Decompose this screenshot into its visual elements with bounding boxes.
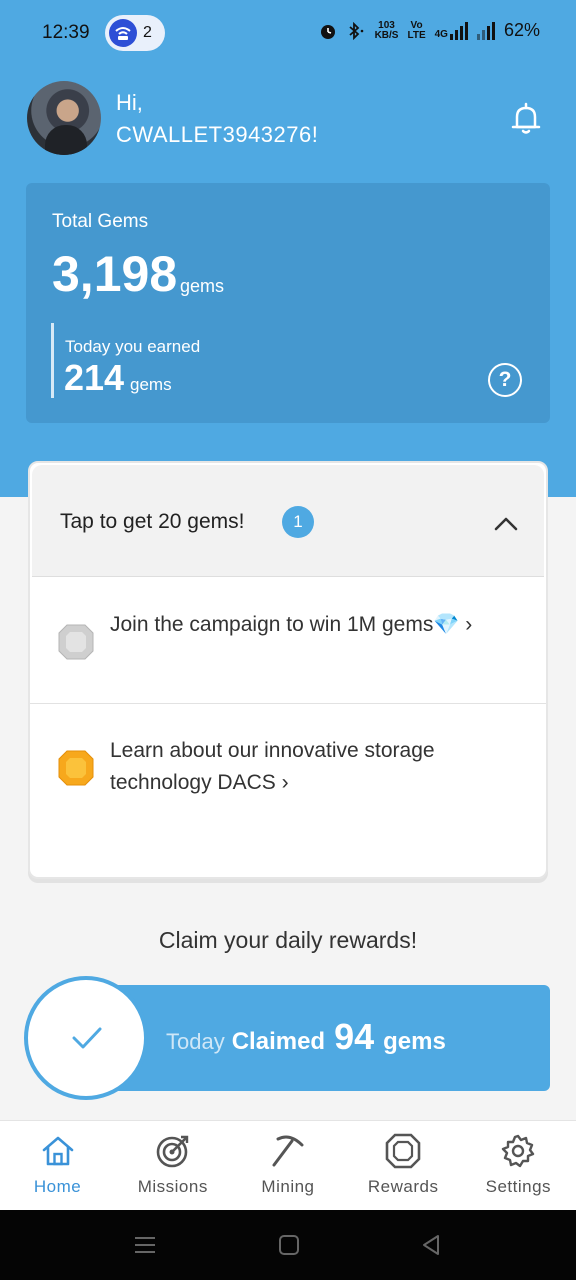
nav-label: Rewards bbox=[367, 1177, 439, 1196]
nav-rewards[interactable]: Rewards bbox=[346, 1121, 461, 1210]
gold-gem-icon bbox=[58, 750, 94, 786]
nav-label: Missions bbox=[137, 1177, 208, 1196]
alarm-icon bbox=[320, 24, 335, 39]
pickaxe-icon bbox=[272, 1135, 304, 1167]
signal-bars-icon bbox=[449, 21, 468, 40]
task-item-campaign[interactable]: Join the campaign to win 1M gems💎 › bbox=[30, 579, 546, 704]
tasks-count-badge: 1 bbox=[282, 506, 314, 538]
greeting: Hi, bbox=[116, 90, 143, 115]
system-nav-bar bbox=[0, 1210, 576, 1280]
status-icons: 103 KB/S Vo LTE 4G 62% bbox=[319, 20, 540, 41]
gear-icon bbox=[502, 1134, 535, 1168]
claim-status-circle[interactable] bbox=[24, 976, 148, 1100]
earned-divider bbox=[51, 323, 54, 398]
claim-claimed-label: Claimed bbox=[231, 1028, 326, 1055]
signal-bars-icon bbox=[476, 21, 495, 40]
claim-today-label: Today bbox=[166, 1029, 225, 1054]
wifi-icon bbox=[109, 19, 137, 47]
target-icon bbox=[156, 1135, 188, 1168]
gem-icon bbox=[385, 1133, 421, 1169]
claim-status-text: Today Claimed 94 gems bbox=[166, 1016, 446, 1058]
nav-home[interactable]: Home bbox=[0, 1121, 115, 1210]
battery-level: 62% bbox=[503, 20, 540, 40]
claim-amount: 94 bbox=[334, 1016, 375, 1057]
tasks-card: Tap to get 20 gems! 1 Join the campaign … bbox=[28, 461, 548, 879]
earned-today-unit: gems bbox=[130, 375, 172, 394]
bell-icon[interactable] bbox=[507, 100, 545, 138]
signal-4g: 4G bbox=[435, 21, 468, 40]
home-button-icon[interactable] bbox=[278, 1234, 300, 1256]
silver-gem-icon bbox=[58, 624, 94, 660]
earned-today-value: 214 bbox=[64, 357, 125, 398]
nav-missions[interactable]: Missions bbox=[115, 1121, 230, 1210]
status-time: 12:39 bbox=[42, 22, 90, 43]
claim-title: Claim your daily rewards! bbox=[158, 927, 418, 953]
tasks-title: Tap to get 20 gems! bbox=[60, 510, 245, 533]
total-gems-unit: gems bbox=[180, 276, 225, 296]
earned-today-label: Today you earned bbox=[65, 337, 201, 356]
checkmark-icon bbox=[72, 1027, 102, 1049]
total-gems-label: Total Gems bbox=[52, 211, 149, 232]
tasks-header[interactable]: Tap to get 20 gems! 1 bbox=[32, 465, 544, 577]
volte-indicator: Vo LTE bbox=[407, 19, 426, 41]
total-gems-value: 3,198 bbox=[52, 246, 178, 302]
help-icon[interactable]: ? bbox=[488, 363, 522, 397]
hotspot-count: 2 bbox=[143, 24, 152, 41]
task-label: Learn about our innovative storage techn… bbox=[110, 739, 435, 794]
avatar[interactable] bbox=[27, 81, 101, 155]
status-bar: 12:39 2 103 KB/S Vo LTE 4G 62% bbox=[0, 0, 576, 66]
menu-icon[interactable] bbox=[134, 1234, 156, 1256]
nav-mining[interactable]: Mining bbox=[230, 1121, 345, 1210]
back-icon[interactable] bbox=[420, 1234, 442, 1256]
bluetooth-icon bbox=[348, 21, 363, 40]
nav-label: Mining bbox=[261, 1177, 315, 1196]
task-label: Join the campaign to win 1M gems💎 › bbox=[110, 613, 473, 636]
total-gems-card: Total Gems 3,198 gems Today you earned 2… bbox=[26, 183, 550, 423]
username: CWALLET3943276! bbox=[116, 122, 319, 147]
chevron-up-icon[interactable] bbox=[494, 511, 518, 535]
nav-label: Home bbox=[33, 1177, 82, 1196]
task-item-dacs[interactable]: Learn about our innovative storage techn… bbox=[30, 705, 546, 875]
bottom-nav: Home Missions Mining Rewards Settings bbox=[0, 1120, 576, 1210]
nav-settings[interactable]: Settings bbox=[461, 1121, 576, 1210]
home-icon bbox=[42, 1136, 73, 1166]
net-speed: 103 KB/S bbox=[374, 19, 399, 41]
hotspot-pill[interactable]: 2 bbox=[105, 15, 165, 51]
nav-label: Settings bbox=[485, 1177, 552, 1196]
claim-unit: gems bbox=[383, 1028, 446, 1055]
